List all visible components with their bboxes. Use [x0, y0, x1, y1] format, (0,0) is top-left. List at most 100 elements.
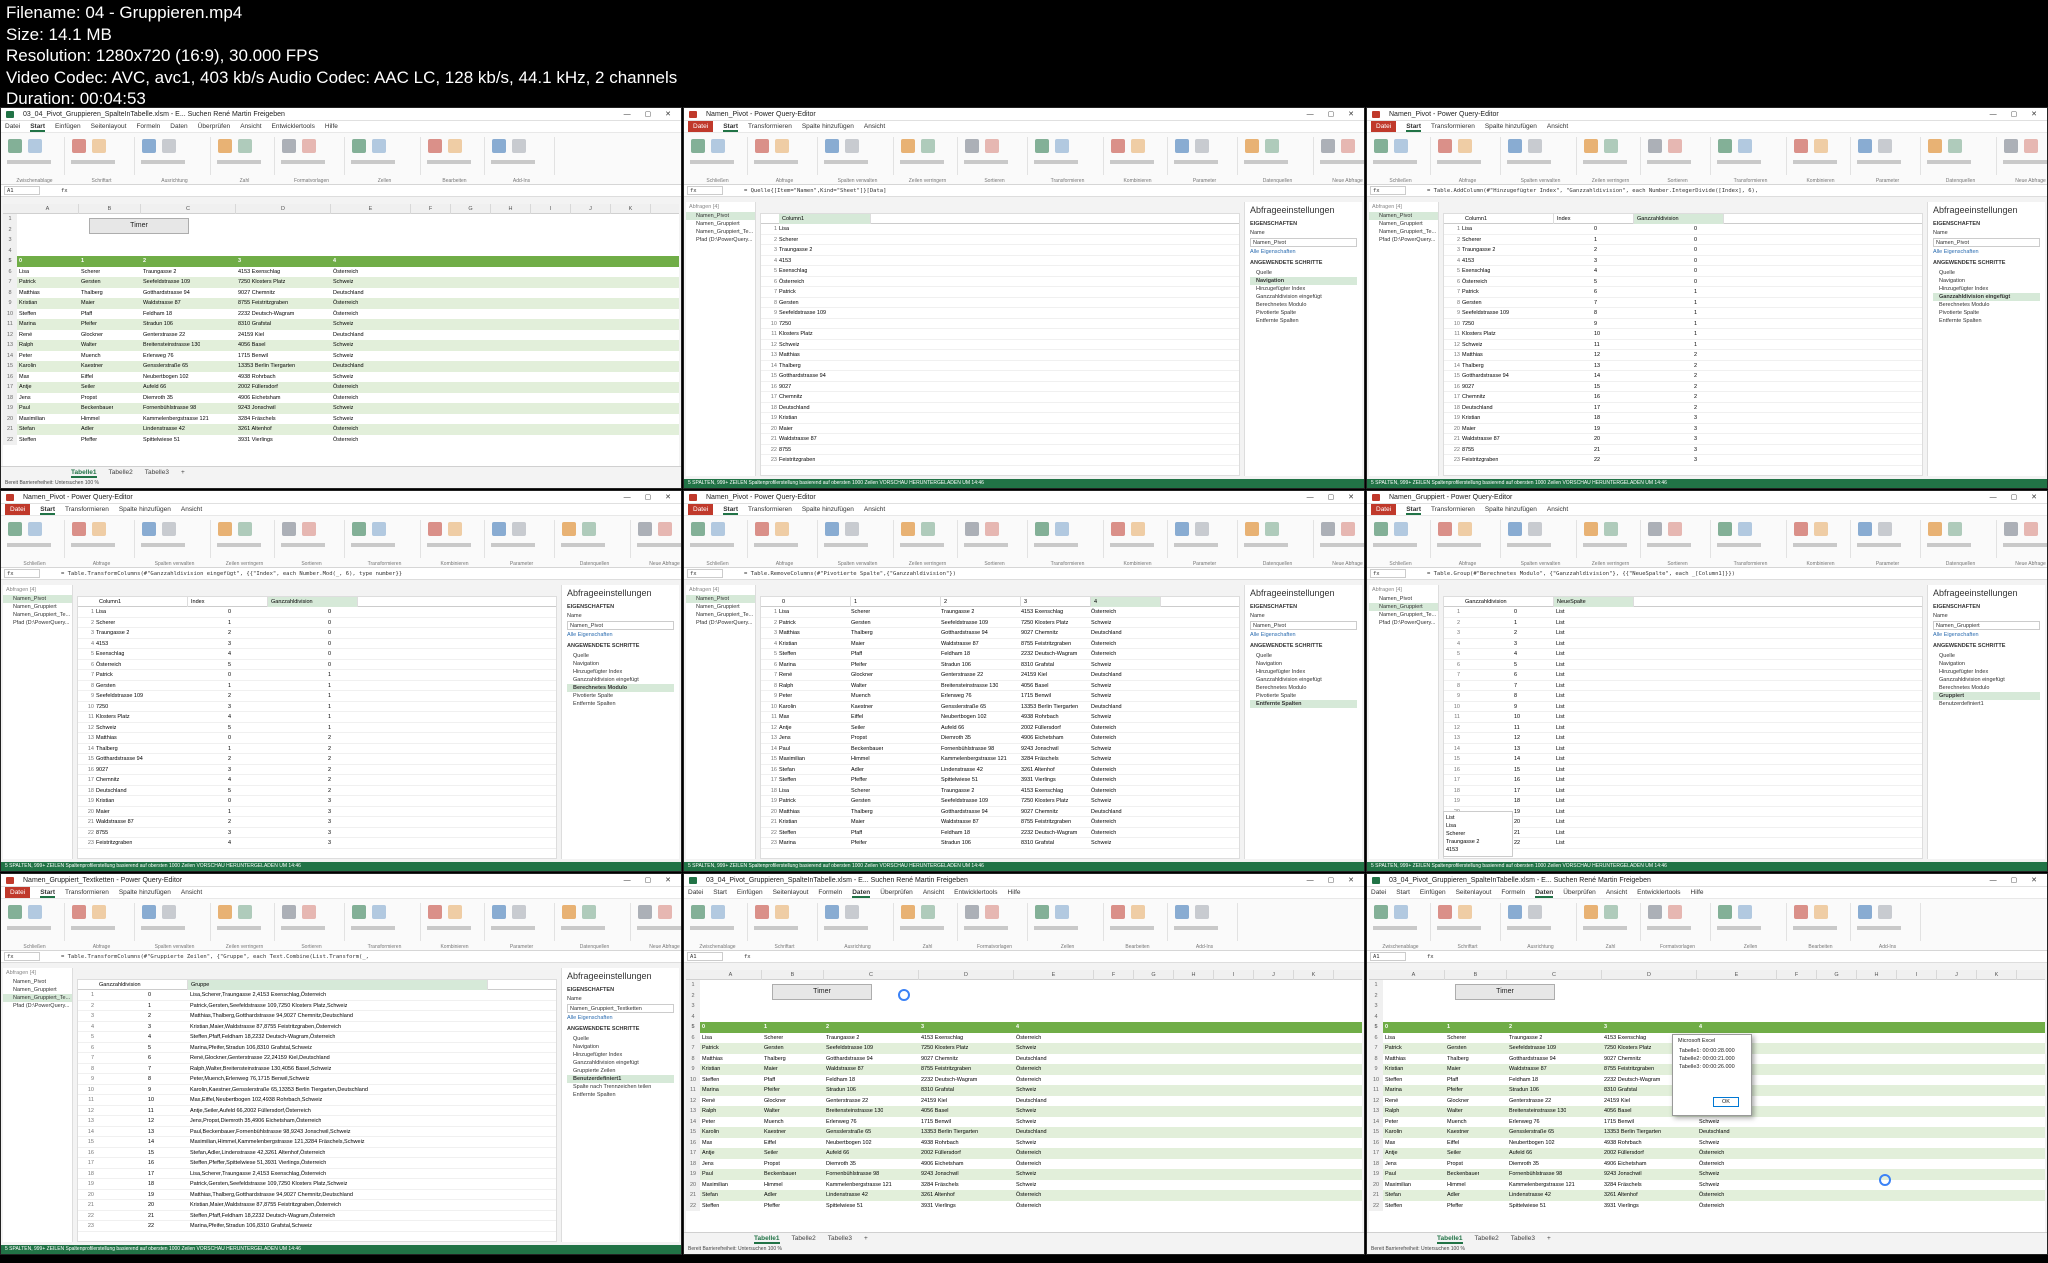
preview-cell[interactable]: 19: [148, 1190, 154, 1201]
table-cell[interactable]: 4153 Exenschlag: [1604, 1033, 1646, 1044]
formula-text[interactable]: = Quelle{[Item="Namen",Kind="Sheet"]}[Da…: [744, 188, 886, 194]
ribbon-tab[interactable]: Start: [1406, 504, 1421, 515]
applied-step[interactable]: Berechnetes Modulo: [1250, 684, 1357, 692]
ribbon-button-icon[interactable]: [1878, 139, 1892, 153]
table-cell[interactable]: Österreich: [333, 309, 358, 320]
column-header[interactable]: K: [1294, 970, 1334, 980]
table-cell[interactable]: Paul: [19, 403, 30, 414]
table-cell[interactable]: Schweiz: [1016, 1180, 1036, 1191]
preview-cell[interactable]: 1: [1694, 340, 1697, 351]
preview-cell[interactable]: Chemnitz: [96, 775, 119, 786]
ribbon-button-icon[interactable]: [142, 139, 156, 153]
preview-cell[interactable]: Matthias,Thalberg,Gotthardstrasse 94,902…: [190, 1011, 353, 1022]
ribbon-tab[interactable]: Datei: [1371, 504, 1397, 515]
preview-cell[interactable]: Genterstrasse 22: [941, 670, 983, 681]
preview-cell[interactable]: 3: [228, 828, 231, 839]
query-name-input[interactable]: Namen_Pivot: [1933, 238, 2040, 247]
data-preview-grid[interactable]: Column1 Index Ganzzahldivision 1 Lisa 0 0 2 Sche…: [1443, 213, 1923, 476]
ribbon-button-icon[interactable]: [1718, 905, 1732, 919]
ribbon-button-icon[interactable]: [1341, 139, 1355, 153]
preview-cell[interactable]: 19: [1594, 424, 1600, 435]
table-cell[interactable]: 1715 Benwil: [921, 1117, 951, 1128]
ribbon-tab[interactable]: Start: [723, 504, 738, 515]
table-cell[interactable]: Gersten: [81, 277, 101, 288]
ribbon-tab[interactable]: Formeln: [136, 121, 160, 132]
preview-cell[interactable]: Patrick: [779, 796, 796, 807]
preview-cell[interactable]: Karolin: [779, 702, 796, 713]
column-header[interactable]: Column1: [1462, 214, 1554, 224]
ribbon-button-icon[interactable]: [512, 522, 526, 536]
preview-cell[interactable]: 1: [148, 1001, 151, 1012]
column-header[interactable]: G: [1817, 970, 1857, 980]
column-header[interactable]: A: [1383, 970, 1445, 980]
preview-cell[interactable]: Österreich: [1091, 786, 1116, 797]
preview-cell[interactable]: 0: [228, 796, 231, 807]
query-item[interactable]: Namen_Pivot: [686, 595, 755, 603]
preview-cell[interactable]: 2: [228, 628, 231, 639]
query-name-input[interactable]: Namen_Pivot: [567, 621, 674, 630]
table-cell[interactable]: Adler: [1447, 1190, 1460, 1201]
formula-bar[interactable]: fx = Table.RemoveColumns(#"Pivotierte Spa…: [684, 568, 1364, 580]
table-header-cell[interactable]: 1: [81, 256, 84, 267]
table-cell[interactable]: Thalberg: [81, 288, 103, 299]
table-cell[interactable]: Schweiz: [333, 414, 353, 425]
applied-step[interactable]: Pivotierte Spalte: [1933, 309, 2040, 317]
table-cell[interactable]: Erlenweg 76: [143, 351, 174, 362]
preview-cell[interactable]: Gersten: [779, 298, 799, 309]
ribbon-button-icon[interactable]: [92, 522, 106, 536]
ribbon-tab[interactable]: Entwicklertools: [272, 121, 315, 132]
query-item[interactable]: Namen_Gruppiert_Te...: [686, 228, 755, 236]
preview-cell[interactable]: Waldstrasse 87: [96, 817, 134, 828]
preview-cell[interactable]: Seefeldstrasse 109: [96, 691, 143, 702]
table-cell[interactable]: Deutschland: [1016, 1054, 1047, 1065]
table-cell[interactable]: Österreich: [333, 393, 358, 404]
preview-cell[interactable]: Patrick: [779, 287, 796, 298]
preview-cell[interactable]: 7250: [96, 702, 108, 713]
preview-cell[interactable]: Thalberg: [1462, 361, 1484, 372]
table-cell[interactable]: Schweiz: [1016, 1106, 1036, 1117]
preview-cell[interactable]: 9: [1594, 319, 1597, 330]
ribbon-tab[interactable]: Formeln: [1501, 887, 1525, 898]
ribbon-tab[interactable]: Spalte hinzufügen: [802, 121, 854, 132]
column-header[interactable]: D: [1602, 970, 1697, 980]
table-cell[interactable]: Steffen: [19, 435, 36, 446]
table-cell[interactable]: Kaestner: [764, 1127, 786, 1138]
ribbon-button-icon[interactable]: [1604, 522, 1618, 536]
table-header-cell[interactable]: 0: [19, 256, 22, 267]
preview-cell[interactable]: Peter,Muench,Erlenweg 76,1715 Benwil,Sch…: [190, 1074, 310, 1085]
window-controls[interactable]: — ▢ ✕: [1307, 491, 1360, 504]
preview-cell[interactable]: Fornenbühlstrasse 98: [941, 744, 994, 755]
preview-cell[interactable]: 2: [228, 691, 231, 702]
table-cell[interactable]: Spittelwiese 51: [1509, 1201, 1546, 1212]
table-cell[interactable]: Schweiz: [333, 319, 353, 330]
preview-cell[interactable]: 3: [328, 807, 331, 818]
table-cell[interactable]: 13353 Berlin Tiergarten: [921, 1127, 978, 1138]
name-box[interactable]: A1: [1370, 952, 1406, 961]
preview-cell[interactable]: 12: [148, 1116, 154, 1127]
table-cell[interactable]: Österreich: [1016, 1190, 1041, 1201]
table-cell[interactable]: Beckenbauer: [764, 1169, 796, 1180]
column-header[interactable]: G: [1134, 970, 1174, 980]
preview-cell[interactable]: Traungasse 2: [779, 245, 812, 256]
worksheet-grid[interactable]: A B C D E F G H I J K 1 2 3 4 Timer 5 0 1 2 3 4 6 Lisa Scherer Tr…: [686, 970, 1362, 1232]
window-controls[interactable]: — ▢ ✕: [1990, 108, 2043, 121]
preview-cell[interactable]: Patrick: [1462, 287, 1479, 298]
preview-cell[interactable]: 2: [228, 817, 231, 828]
ribbon-button-icon[interactable]: [1508, 139, 1522, 153]
preview-cell[interactable]: Gotthardstrasse 94: [941, 628, 988, 639]
preview-cell[interactable]: 8310 Grafstal: [1021, 838, 1054, 849]
ribbon-button-icon[interactable]: [1111, 522, 1125, 536]
table-cell[interactable]: Maximilian: [702, 1180, 728, 1191]
preview-cell[interactable]: 1: [228, 807, 231, 818]
column-header[interactable]: E: [1014, 970, 1094, 980]
ribbon-tab[interactable]: Überprüfen: [1563, 887, 1596, 898]
table-cell[interactable]: Walter: [81, 340, 97, 351]
preview-cell[interactable]: Waldstrasse 87: [779, 434, 817, 445]
ribbon-button-icon[interactable]: [282, 522, 296, 536]
preview-cell[interactable]: List: [1556, 723, 1565, 734]
preview-cell[interactable]: 1: [1694, 329, 1697, 340]
table-cell[interactable]: Himmel: [1447, 1180, 1466, 1191]
preview-cell[interactable]: Traungasse 2: [96, 628, 129, 639]
ribbon-button-icon[interactable]: [1195, 522, 1209, 536]
column-header[interactable]: 1: [851, 597, 941, 607]
